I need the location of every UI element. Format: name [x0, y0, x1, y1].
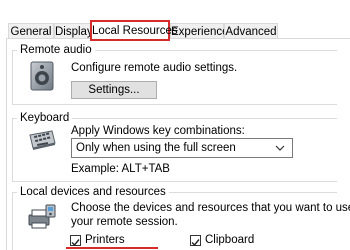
printers-label: Printers [85, 234, 125, 246]
local-devices-group: Local devices and resources Choose the d… [12, 185, 350, 250]
keyboard-example: Example: ALT+TAB [71, 163, 170, 175]
printers-checkbox[interactable] [70, 235, 81, 247]
title-strip [0, 0, 350, 10]
tab-general[interactable]: General [8, 23, 54, 39]
windows-key-combination-select[interactable]: Only when using the full screen [71, 138, 293, 158]
tab-local-resources[interactable]: Local Resources [90, 20, 178, 41]
tab-strip: General Display Local Resources Experien… [0, 20, 350, 41]
keyboard-group: Keyboard Apply Windows key combinations:… [12, 111, 337, 182]
clipboard-checkbox[interactable] [190, 235, 201, 247]
local-devices-description-line1: Choose the devices and resources that yo… [71, 202, 350, 214]
windows-key-combination-value: Only when using the full screen [76, 142, 236, 154]
keyboard-legend: Keyboard [17, 111, 73, 125]
checkmark-icon [71, 239, 80, 247]
audio-settings-button[interactable]: Settings... [71, 81, 157, 99]
printers-highlight [66, 247, 158, 249]
remote-audio-description: Configure remote audio settings. [71, 62, 238, 74]
tab-display[interactable]: Display [54, 23, 93, 39]
remote-audio-group: Remote audio Configure remote audio sett… [12, 43, 337, 105]
clipboard-label: Clipboard [205, 234, 255, 246]
remote-desktop-options-dialog: General Display Local Resources Experien… [0, 0, 350, 250]
tab-experience[interactable]: Experience [170, 23, 229, 39]
devices-icon [27, 203, 57, 231]
speaker-icon [29, 61, 55, 91]
checkmark-icon [191, 239, 200, 247]
chevron-down-icon [274, 139, 286, 157]
local-devices-description-line2: your remote session. [71, 216, 178, 228]
local-devices-legend: Local devices and resources [17, 185, 169, 199]
tab-advanced[interactable]: Advanced [224, 23, 278, 39]
keyboard-icon [27, 129, 57, 151]
remote-audio-legend: Remote audio [17, 43, 95, 57]
keyboard-description: Apply Windows key combinations: [71, 125, 245, 137]
